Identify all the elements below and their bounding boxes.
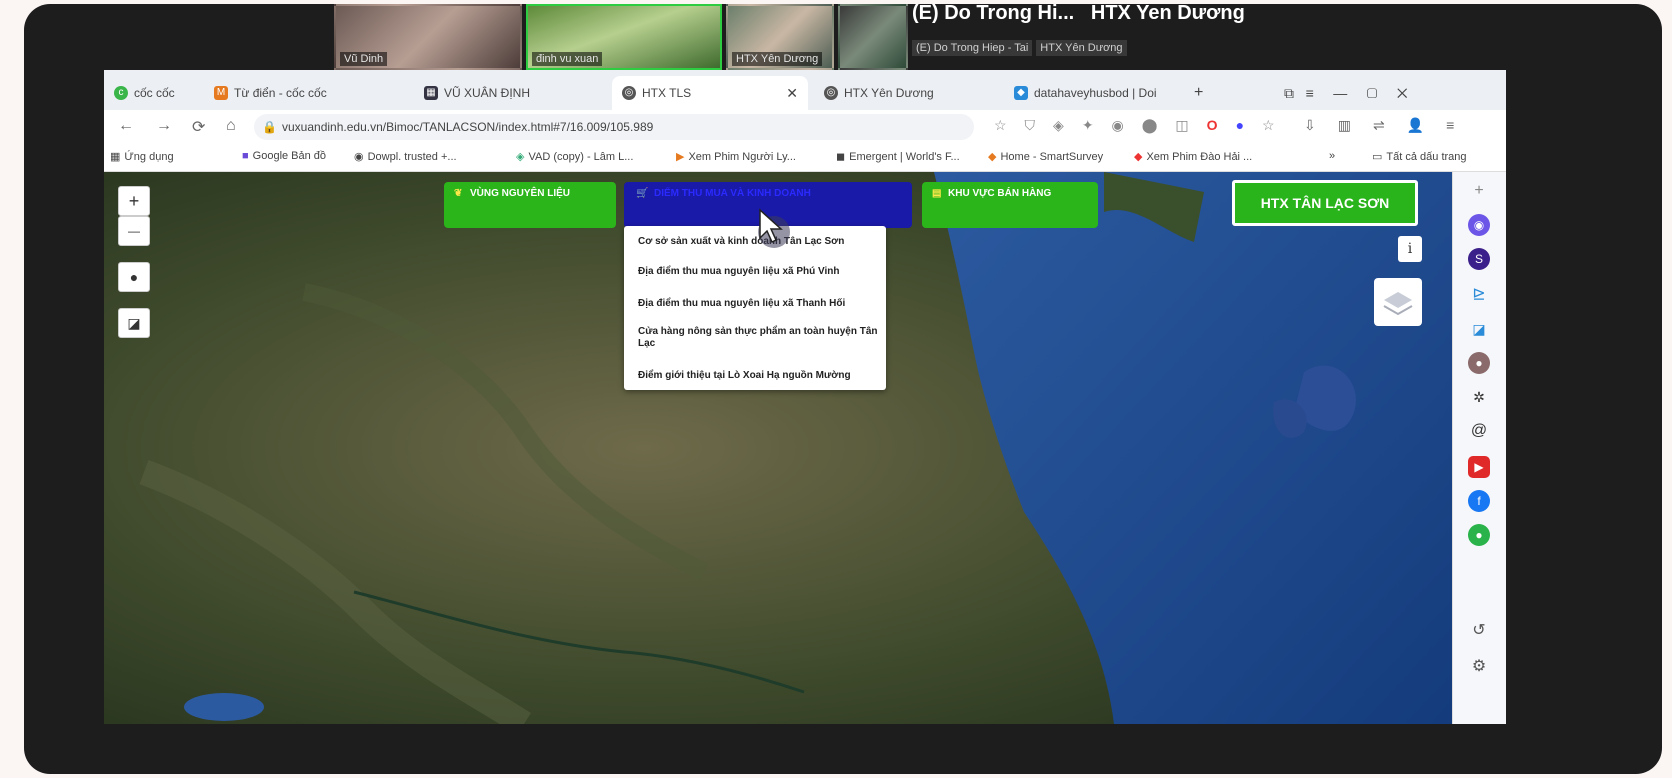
more-bookmarks-icon[interactable]: » bbox=[1329, 150, 1335, 162]
vung-nguyen-lieu-button[interactable]: ❦ VÙNG NGUYÊN LIỆU bbox=[444, 182, 616, 228]
leaf-icon: ❦ bbox=[454, 188, 463, 199]
bookmark-item[interactable]: ◆ Xem Phim Đào Hải ... bbox=[1134, 150, 1252, 164]
coccoc-logo-icon: c bbox=[114, 86, 128, 100]
add-icon[interactable]: + bbox=[1468, 180, 1490, 202]
bookmark-item[interactable]: ◆ Home - SmartSurvey bbox=[988, 150, 1103, 164]
app-s-icon[interactable]: S bbox=[1468, 248, 1490, 270]
tab-favicon-icon: M bbox=[214, 86, 228, 100]
translate-icon[interactable]: ◪ bbox=[1468, 318, 1490, 340]
chat-icon[interactable]: ● bbox=[1468, 524, 1490, 546]
extension-icons[interactable]: ☆⛉◈✦◉⬤◫O●☆ bbox=[994, 117, 1293, 134]
chart-icon[interactable]: ⊵ bbox=[1468, 284, 1490, 306]
zoom-out-button[interactable]: — bbox=[118, 216, 150, 246]
bookmark-item[interactable]: ▶ Xem Phim Người Ly... bbox=[676, 150, 796, 164]
export-icon: ◪ bbox=[127, 315, 141, 331]
location-pin-icon: ● bbox=[129, 269, 139, 285]
bookmark-icon: ▶ bbox=[676, 151, 685, 163]
forward-icon[interactable]: → bbox=[156, 117, 172, 135]
bookmark-icon: ◈ bbox=[516, 151, 525, 163]
tab-favicon-icon: ▦ bbox=[424, 86, 438, 100]
htx-tan-lac-son-button[interactable]: HTX TÂN LẠC SƠN bbox=[1232, 180, 1418, 226]
app-circle-icon[interactable]: ● bbox=[1468, 352, 1490, 374]
video-tile-label: HTX Yên Dương bbox=[732, 52, 823, 66]
folder-icon: ▭ bbox=[1372, 151, 1383, 163]
export-button[interactable]: ◪ bbox=[118, 308, 150, 338]
video-tile-active[interactable]: đinh vu xuan bbox=[526, 4, 722, 70]
info-button[interactable]: i bbox=[1398, 236, 1422, 262]
cart-icon: 🛒 bbox=[636, 188, 649, 199]
bookmark-icon: ◆ bbox=[988, 151, 997, 163]
close-tab-icon[interactable]: ✕ bbox=[786, 85, 798, 102]
video-tile[interactable]: HTX Yên Dương bbox=[726, 4, 834, 70]
all-bookmarks[interactable]: ▭ Tất cả dấu trang bbox=[1372, 150, 1467, 164]
bookmark-item[interactable]: ◉ Dowpl. trusted +... bbox=[354, 150, 457, 164]
address-bar-row: ← → ⟳ ⌂ 🔒 vuxuandinh.edu.vn/Bimoc/TANLAC… bbox=[104, 110, 1506, 144]
messenger-icon[interactable]: ◉ bbox=[1468, 214, 1490, 236]
apps-icon: ▦ bbox=[110, 151, 121, 163]
store-icon: ▤ bbox=[932, 188, 942, 199]
history-icon[interactable]: ↺ bbox=[1468, 620, 1490, 642]
dropdown-item[interactable]: Điểm giới thiệu tại Lò Xoai Hạ nguồn Mườ… bbox=[638, 370, 878, 382]
tab-data[interactable]: ◆ datahaveyhusbod | Doi bbox=[1004, 76, 1167, 110]
browser-sidebar: + ◉ S ⊵ ◪ ● ✲ @ ▶ f ● ↺ ⚙ bbox=[1452, 172, 1506, 724]
tab-htx-tls[interactable]: ◎ HTX TLS ✕ bbox=[612, 76, 808, 110]
layers-button[interactable] bbox=[1374, 278, 1422, 326]
bookmark-item[interactable]: ◈ VAD (copy) - Lâm L... bbox=[516, 150, 633, 164]
browser-brand[interactable]: c cốc cốc bbox=[104, 76, 185, 110]
screen-frame: Vũ Dinh đinh vu xuan HTX Yên Dương (E) D… bbox=[24, 4, 1662, 774]
window-controls[interactable]: ⧉ ≡ — ▢ ✕ bbox=[1274, 76, 1418, 110]
video-tile[interactable]: Vũ Dinh bbox=[334, 4, 522, 70]
threads-icon[interactable]: @ bbox=[1468, 420, 1490, 442]
video-tile-label: đinh vu xuan bbox=[532, 52, 603, 66]
bookmark-item[interactable]: ▦ Ứng dụng bbox=[110, 150, 174, 164]
puzzle-icon[interactable]: ✲ bbox=[1468, 386, 1490, 408]
video-tile[interactable] bbox=[838, 4, 908, 70]
tab-vuxuandinh[interactable]: ▦ VŨ XUÂN ĐỊNH bbox=[414, 76, 540, 110]
url-field[interactable]: 🔒 vuxuandinh.edu.vn/Bimoc/TANLACSON/inde… bbox=[254, 114, 974, 140]
location-pin-button[interactable]: ● bbox=[118, 262, 150, 292]
participant-list: (E) Do Trong Hiep - Tai HTX Yên Dương bbox=[912, 40, 1131, 56]
globe-icon: ◎ bbox=[622, 86, 636, 100]
bookmarks-bar: ▦ Ứng dụng ■ Google Bản đồ ◉ Dowpl. trusted… bbox=[104, 144, 1506, 172]
video-call-strip: Vũ Dinh đinh vu xuan HTX Yên Dương (E) D… bbox=[24, 4, 1662, 72]
tab-htx-yenduong[interactable]: ◎ HTX Yên Dương bbox=[814, 76, 944, 110]
khu-vuc-ban-hang-button[interactable]: ▤ KHU VỰC BÁN HÀNG bbox=[922, 182, 1098, 228]
bookmark-item[interactable]: ◼ Emergent | World's F... bbox=[836, 150, 960, 164]
browser-window: c cốc cốc M Từ điển - cốc cốc ▦ VŨ XUÂN ĐỊ… bbox=[104, 70, 1506, 724]
tab-dictionary[interactable]: M Từ điển - cốc cốc bbox=[204, 76, 337, 110]
lock-icon: 🔒 bbox=[262, 120, 277, 134]
dropdown-item[interactable]: Cửa hàng nông sản thực phẩm an toàn huyệ… bbox=[638, 326, 878, 350]
bookmark-icon: ◼ bbox=[836, 151, 846, 163]
facebook-icon[interactable]: f bbox=[1468, 490, 1490, 512]
tab-favicon-icon: ◆ bbox=[1014, 86, 1028, 100]
tab-bar: c cốc cốc M Từ điển - cốc cốc ▦ VŨ XUÂN ĐỊ… bbox=[104, 70, 1506, 110]
mouse-cursor-icon bbox=[758, 208, 790, 248]
globe-icon: ◎ bbox=[824, 86, 838, 100]
dropdown-item[interactable]: Địa điểm thu mua nguyên liệu xã Thanh Hố… bbox=[638, 298, 878, 310]
new-tab-button[interactable]: + bbox=[1184, 76, 1213, 110]
video-tile-label: Vũ Dinh bbox=[340, 52, 388, 66]
youtube-icon[interactable]: ▶ bbox=[1468, 456, 1490, 478]
layers-icon bbox=[1383, 292, 1413, 316]
bookmark-icon: ◉ bbox=[354, 151, 364, 163]
reload-icon[interactable]: ⟳ bbox=[192, 117, 205, 137]
dropdown-item[interactable]: Địa điểm thu mua nguyên liệu xã Phú Vinh bbox=[638, 266, 878, 278]
bookmark-icon: ■ bbox=[242, 150, 249, 162]
toolbar-icons[interactable]: ⇩▥⇌👤≡ bbox=[1304, 117, 1476, 134]
satellite-map[interactable]: + — ● ◪ ❦ VÙNG NGUYÊN LIỆU 🛒 DIỂM THU MU… bbox=[104, 172, 1452, 724]
bookmark-icon: ◆ bbox=[1134, 151, 1143, 163]
speaker-name: (E) Do Trong Hi... HTX Yen Dương bbox=[912, 4, 1245, 24]
zoom-in-button[interactable]: + bbox=[118, 186, 150, 216]
bookmark-item[interactable]: ■ Google Bản đồ bbox=[242, 150, 326, 162]
back-icon[interactable]: ← bbox=[118, 117, 134, 135]
settings-icon[interactable]: ⚙ bbox=[1468, 656, 1490, 678]
home-icon[interactable]: ⌂ bbox=[226, 117, 236, 135]
